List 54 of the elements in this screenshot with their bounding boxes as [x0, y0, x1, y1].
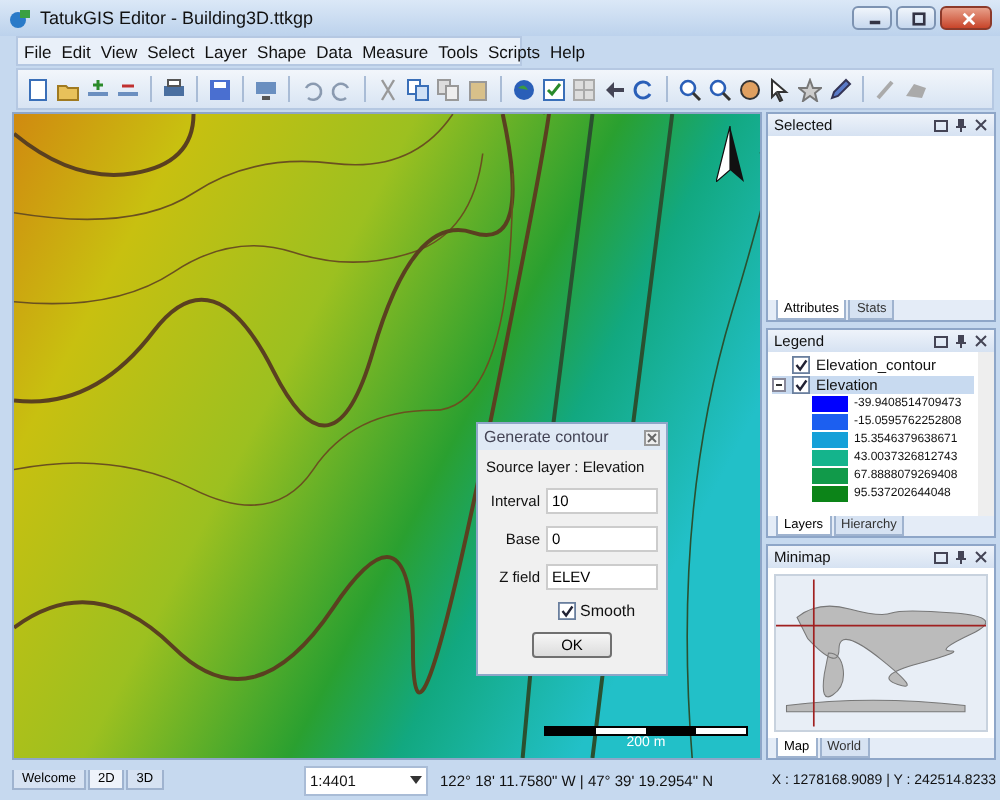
restore-icon[interactable]	[934, 334, 948, 348]
collapse-icon[interactable]	[772, 378, 786, 392]
checkbox-icon[interactable]	[542, 77, 566, 101]
close-icon[interactable]	[974, 334, 988, 348]
layer-checkbox[interactable]	[792, 356, 810, 374]
monitor-icon[interactable]	[254, 77, 278, 101]
app-logo-icon	[8, 6, 32, 30]
menu-item[interactable]: Help	[550, 41, 585, 61]
menu-item[interactable]: Select	[147, 41, 195, 61]
add-layer-icon[interactable]	[86, 77, 110, 101]
layer-checkbox[interactable]	[792, 376, 810, 394]
save-icon[interactable]	[208, 77, 232, 101]
menu-item[interactable]: Measure	[362, 41, 429, 61]
close-icon[interactable]	[974, 118, 988, 132]
close-button[interactable]	[940, 6, 992, 30]
select-arrow-icon[interactable]	[768, 77, 792, 101]
zoom-icon[interactable]	[708, 77, 732, 101]
scrollbar[interactable]	[978, 352, 994, 516]
menu-item[interactable]: Layer	[204, 41, 248, 61]
pin-icon[interactable]	[954, 550, 968, 564]
pin-icon[interactable]	[954, 334, 968, 348]
refresh-icon[interactable]	[632, 77, 656, 101]
maximize-icon	[912, 11, 926, 25]
restore-icon[interactable]	[934, 550, 948, 564]
minimize-button[interactable]	[852, 6, 892, 30]
arrow-icon[interactable]	[602, 77, 626, 101]
menu-item[interactable]: Edit	[61, 41, 91, 61]
caret-icon	[410, 776, 422, 784]
globe-icon[interactable]	[512, 77, 536, 101]
zoom-icon[interactable]	[678, 77, 702, 101]
print-icon[interactable]	[162, 77, 186, 101]
dialog-title: Generate contour	[484, 428, 609, 446]
north-arrow-icon	[716, 126, 744, 182]
new-file-icon[interactable]	[26, 77, 50, 101]
star-icon[interactable]	[798, 77, 822, 101]
checkbox[interactable]	[558, 602, 576, 620]
window-title: TatukGIS Editor - Building3D.ttkgp	[40, 8, 316, 28]
redo-icon[interactable]	[330, 77, 354, 101]
maximize-button[interactable]	[896, 6, 936, 30]
menu-item[interactable]: Shape	[257, 41, 307, 61]
menu-item[interactable]: File	[24, 41, 52, 61]
pencil-icon[interactable]	[828, 77, 852, 101]
close-icon	[962, 11, 976, 25]
copy-icon[interactable]	[406, 77, 430, 101]
menu-item[interactable]: View	[100, 41, 138, 61]
restore-icon[interactable]	[934, 118, 948, 132]
undo-icon[interactable]	[300, 77, 324, 101]
close-icon[interactable]	[644, 429, 660, 445]
pin-icon[interactable]	[954, 118, 968, 132]
checkbox-label: Smooth	[580, 602, 636, 620]
menu-item[interactable]: Tools	[438, 41, 479, 61]
menu-item[interactable]: Scripts	[488, 41, 540, 61]
menu-item[interactable]: Data	[316, 41, 353, 61]
close-icon[interactable]	[974, 550, 988, 564]
